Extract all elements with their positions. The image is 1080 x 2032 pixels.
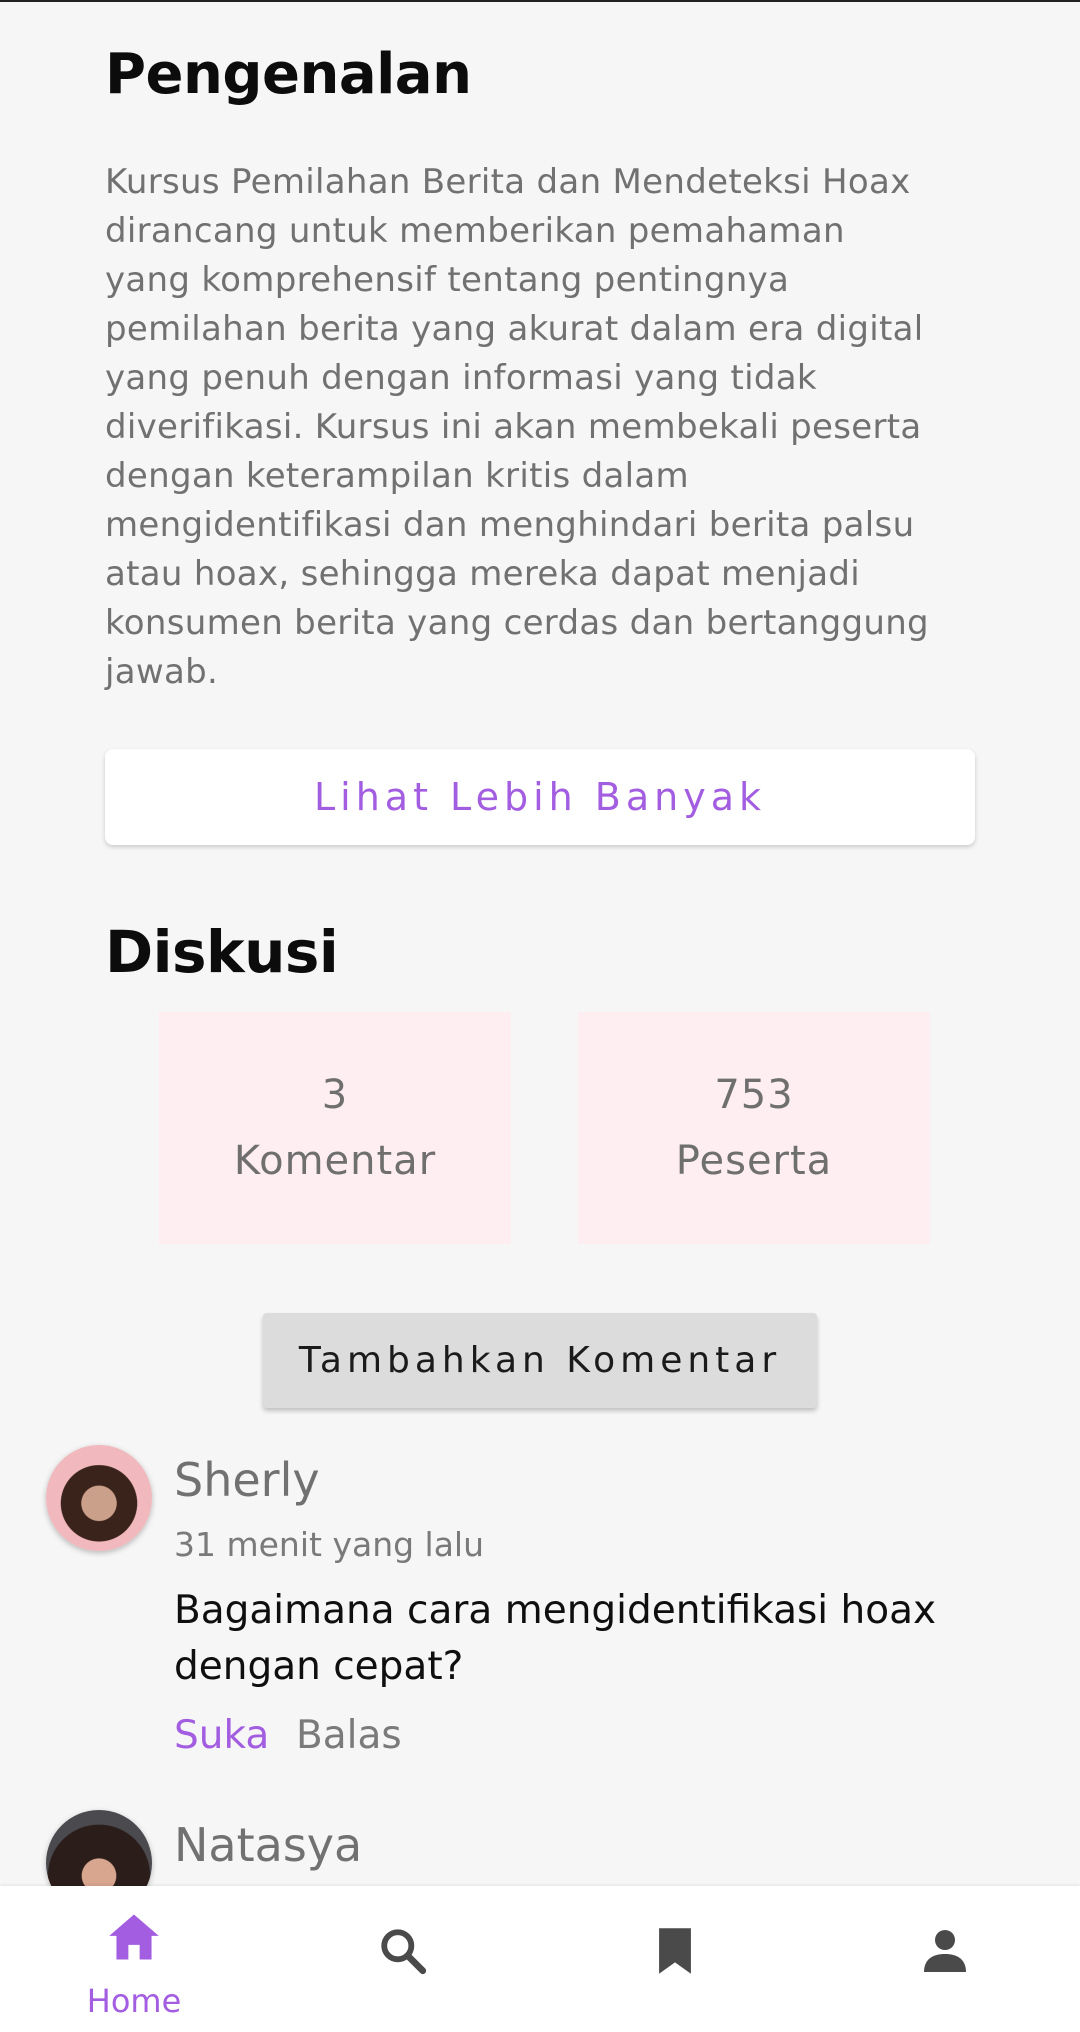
intro-description: Kursus Pemilahan Berita dan Mendeteksi H… [105,162,929,692]
status-divider [0,0,1080,2]
nav-home-label: Home [86,1982,182,2020]
nav-home[interactable]: Home [34,1886,234,2032]
reply-button[interactable]: Balas [296,1713,402,1758]
nav-search[interactable] [303,1886,503,2032]
nav-bookmark[interactable] [575,1886,775,2032]
nav-profile[interactable] [845,1886,1045,2032]
participant-count-card: 753 Peserta [578,1012,930,1244]
like-button[interactable]: Suka [174,1713,269,1758]
profile-icon [924,1930,966,1972]
see-more-button[interactable]: Lihat Lebih Banyak [105,749,975,845]
intro-title: Pengenalan [105,42,472,107]
comment-timestamp: 31 menit yang lalu [174,1525,485,1564]
comment-text: Bagaimana cara mengidentifikasi hoax den… [174,1588,937,1689]
home-icon [109,1914,159,1960]
bookmark-icon [659,1928,691,1974]
avatar[interactable] [46,1445,152,1551]
participant-count-label: Peserta [675,1138,833,1184]
comment-count-card: 3 Komentar [159,1012,511,1244]
comment-author[interactable]: Natasya [174,1818,362,1872]
bottom-navigation: Home [0,1886,1080,2032]
comment-count-label: Komentar [233,1138,437,1184]
add-comment-button[interactable]: Tambahkan Komentar [263,1313,817,1408]
search-icon [381,1929,427,1975]
comment-author[interactable]: Sherly [174,1453,320,1507]
comment-count: 3 [321,1072,349,1118]
discussion-title: Diskusi [105,918,339,986]
participant-count: 753 [714,1072,794,1118]
